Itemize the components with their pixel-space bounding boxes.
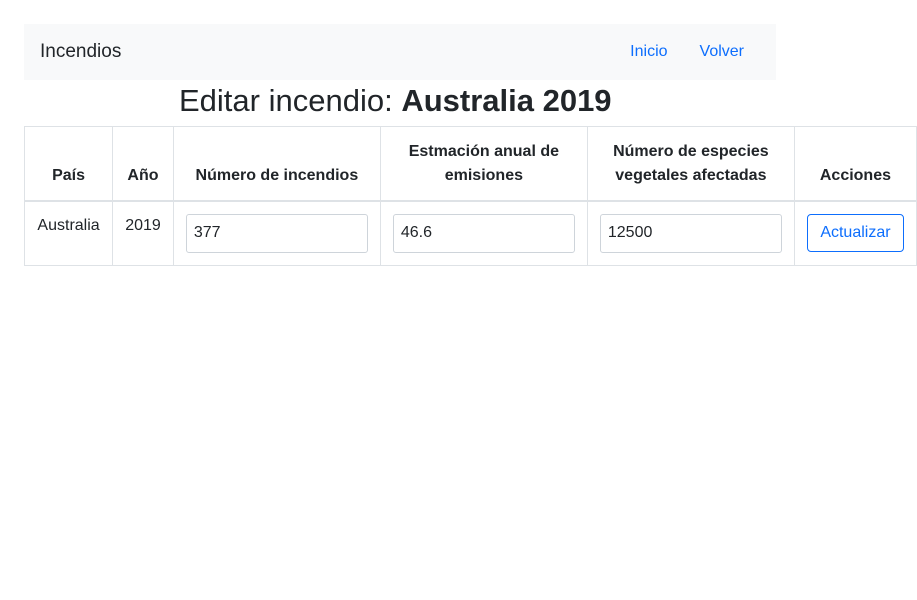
emissions-input[interactable] bbox=[392, 213, 575, 253]
cell-emissions bbox=[379, 200, 588, 266]
page-title-subject: Australia 2019 bbox=[401, 83, 612, 118]
header-actions: Acciones bbox=[793, 126, 917, 202]
fires-edit-table: País Año Número de incendios Estmación a… bbox=[23, 126, 917, 266]
cell-fires bbox=[172, 200, 381, 266]
nav-links: Inicio Volver bbox=[614, 24, 760, 80]
header-country: País bbox=[23, 126, 114, 202]
nav-link-inicio[interactable]: Inicio bbox=[614, 24, 683, 80]
header-emissions: Estmación anual de emisiones bbox=[379, 126, 588, 202]
cell-actions: Actualizar bbox=[793, 200, 917, 266]
header-species: Número de especies vegetales afectadas bbox=[586, 126, 795, 202]
table-row: Australia 2019 Actualizar bbox=[23, 200, 917, 266]
page-title: Editar incendio: Australia 2019 bbox=[179, 82, 612, 120]
table-header-row: País Año Número de incendios Estmación a… bbox=[23, 126, 917, 202]
species-input[interactable] bbox=[599, 213, 782, 253]
header-fires: Número de incendios bbox=[172, 126, 381, 202]
navbar: Incendios Inicio Volver bbox=[24, 24, 776, 80]
page-title-prefix: Editar incendio: bbox=[179, 83, 402, 118]
cell-species bbox=[586, 200, 795, 266]
cell-year: 2019 bbox=[112, 200, 174, 266]
cell-country: Australia bbox=[23, 200, 114, 266]
fires-input[interactable] bbox=[185, 213, 368, 253]
navbar-brand[interactable]: Incendios bbox=[40, 24, 121, 80]
header-year: Año bbox=[112, 126, 174, 202]
nav-link-volver[interactable]: Volver bbox=[684, 24, 760, 80]
update-button[interactable]: Actualizar bbox=[807, 213, 904, 252]
